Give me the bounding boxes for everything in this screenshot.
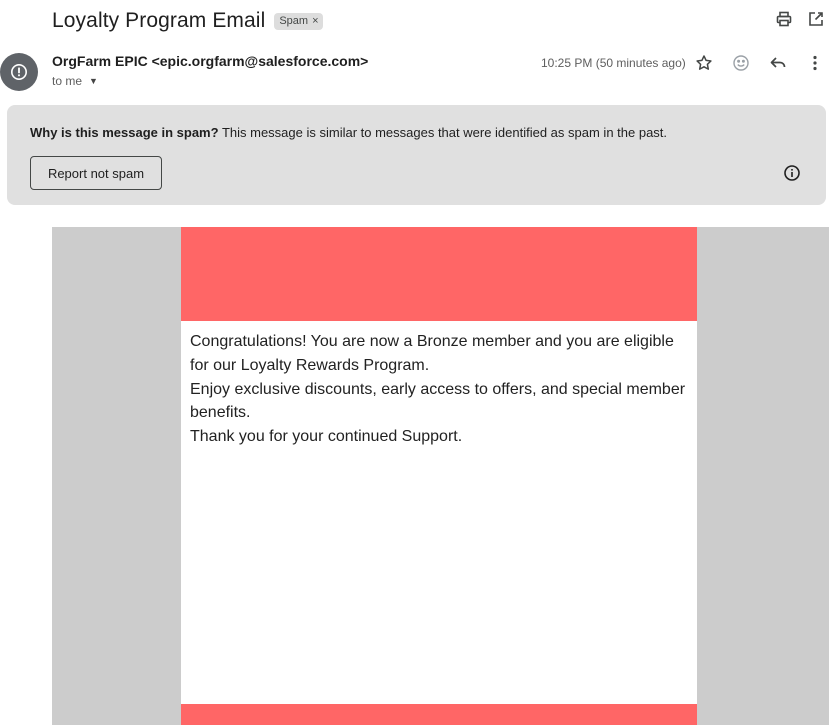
email-content-card: Congratulations! You are now a Bronze me… [181, 227, 697, 725]
top-toolbar [775, 10, 825, 28]
message-timestamp: 10:25 PM (50 minutes ago) [541, 56, 686, 70]
spam-notice-explanation: This message is similar to messages that… [218, 125, 668, 140]
open-in-new-window-icon[interactable] [807, 10, 825, 28]
message-content: Congratulations! You are now a Bronze me… [190, 330, 688, 449]
spam-notice-text: Why is this message in spam? This messag… [30, 125, 667, 140]
email-body: Congratulations! You are now a Bronze me… [52, 227, 829, 725]
chevron-down-icon: ▼ [89, 76, 98, 86]
reply-icon[interactable] [768, 53, 788, 73]
spam-warning-icon [11, 64, 27, 80]
remove-label-button[interactable]: × [312, 15, 318, 27]
spam-notice-banner: Why is this message in spam? This messag… [7, 105, 826, 205]
subject-row: Loyalty Program Email Spam × [52, 8, 323, 34]
star-icon[interactable] [694, 53, 714, 73]
emoji-reaction-icon[interactable] [731, 53, 751, 73]
email-subject: Loyalty Program Email [52, 9, 266, 32]
spam-notice-question: Why is this message in spam? [30, 125, 219, 140]
recipient-details-toggle[interactable]: to me ▼ [52, 74, 98, 88]
spam-label-chip[interactable]: Spam × [274, 12, 323, 30]
sender-avatar[interactable] [0, 53, 38, 91]
congratulations-text: Congratulations! You are now a Bronze me… [190, 333, 674, 374]
footer-banner [181, 704, 697, 725]
benefits-text: Enjoy exclusive discounts, early access … [190, 380, 686, 422]
thank-you-text: Thank you for your continued Support. [190, 428, 463, 446]
more-options-icon[interactable] [805, 53, 825, 73]
report-not-spam-button[interactable]: Report not spam [30, 156, 162, 190]
recipient-text: to me [52, 74, 83, 88]
message-actions [694, 53, 825, 73]
print-icon[interactable] [775, 10, 793, 28]
info-icon[interactable] [783, 164, 801, 182]
header-banner [181, 227, 697, 321]
sender-name: OrgFarm EPIC <epic.orgfarm@salesforce.co… [52, 53, 369, 69]
spam-label-text: Spam [279, 15, 309, 27]
